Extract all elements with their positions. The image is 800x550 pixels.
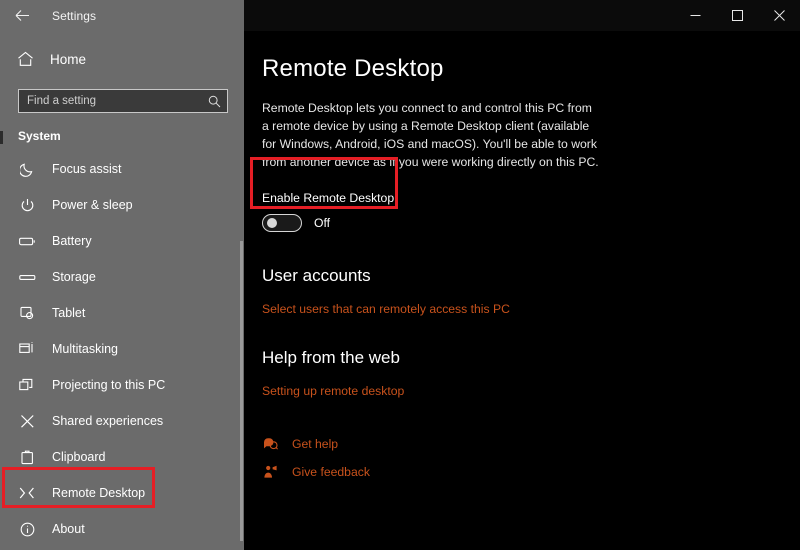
- sidebar-item-projecting-to-this-pc[interactable]: Projecting to this PC: [0, 367, 244, 403]
- close-icon: [774, 10, 785, 21]
- settings-window: Settings: [0, 0, 800, 550]
- search-input[interactable]: [27, 95, 208, 107]
- sidebar-item-label: Clipboard: [52, 450, 106, 464]
- give-feedback-row[interactable]: Give feedback: [262, 460, 770, 484]
- sidebar-item-label: Projecting to this PC: [52, 378, 165, 392]
- sidebar-item-home[interactable]: Home: [0, 41, 244, 77]
- power-icon: [18, 198, 36, 213]
- battery-icon: [18, 236, 36, 247]
- sidebar-section-title-label: System: [18, 129, 61, 143]
- projecting-icon: [18, 378, 36, 392]
- sidebar-nav-list: Focus assist Power & sleep: [0, 149, 244, 547]
- sidebar-item-battery[interactable]: Battery: [0, 223, 244, 259]
- enable-remote-desktop-block: Enable Remote Desktop Off: [262, 185, 770, 234]
- toggle-knob: [267, 218, 277, 228]
- help-from-web-heading: Help from the web: [262, 348, 770, 368]
- sidebar-item-label: About: [52, 522, 85, 536]
- sidebar-item-multitasking[interactable]: Multitasking: [0, 331, 244, 367]
- page-title: Remote Desktop: [262, 55, 770, 83]
- search-icon: [208, 95, 221, 108]
- back-button[interactable]: [0, 0, 44, 31]
- sidebar-item-label: Tablet: [52, 306, 85, 320]
- sidebar: Home System: [0, 31, 244, 550]
- close-button[interactable]: [758, 0, 800, 31]
- shared-icon: [18, 414, 36, 429]
- page-description: Remote Desktop lets you connect to and c…: [262, 99, 602, 171]
- home-icon: [16, 51, 34, 67]
- sidebar-scrollbar-thumb[interactable]: [240, 241, 243, 541]
- user-accounts-heading: User accounts: [262, 266, 770, 286]
- multitasking-icon: [18, 342, 36, 356]
- toggle-state-label: Off: [314, 216, 330, 230]
- minimize-icon: [690, 10, 701, 21]
- sidebar-item-label: Power & sleep: [52, 198, 133, 212]
- minimize-button[interactable]: [674, 0, 716, 31]
- section-accent-bar: [0, 131, 3, 144]
- sidebar-item-focus-assist[interactable]: Focus assist: [0, 151, 244, 187]
- content-area: Remote Desktop Remote Desktop lets you c…: [244, 31, 800, 550]
- help-from-web-section: Help from the web Setting up remote desk…: [262, 348, 770, 400]
- sidebar-item-label: Storage: [52, 270, 96, 284]
- sidebar-item-label: Multitasking: [52, 342, 118, 356]
- sidebar-item-label: Focus assist: [52, 162, 121, 176]
- get-help-link[interactable]: Get help: [292, 437, 338, 451]
- title-bar: Settings: [0, 0, 800, 31]
- window-body: Home System: [0, 31, 800, 550]
- get-help-row[interactable]: Get help: [262, 432, 770, 456]
- remote-desktop-icon: [18, 486, 36, 500]
- sidebar-item-label: Remote Desktop: [52, 486, 145, 500]
- title-bar-left: Settings: [0, 0, 244, 31]
- window-controls: [674, 0, 800, 31]
- search-box[interactable]: [18, 89, 228, 113]
- sidebar-item-storage[interactable]: Storage: [0, 259, 244, 295]
- sidebar-item-label: Battery: [52, 234, 92, 248]
- sidebar-item-power-sleep[interactable]: Power & sleep: [0, 187, 244, 223]
- clipboard-icon: [18, 450, 36, 465]
- setting-up-remote-desktop-link[interactable]: Setting up remote desktop: [262, 384, 404, 398]
- sidebar-item-clipboard[interactable]: Clipboard: [0, 439, 244, 475]
- moon-icon: [18, 162, 36, 177]
- sidebar-item-shared-experiences[interactable]: Shared experiences: [0, 403, 244, 439]
- sidebar-item-label: Shared experiences: [52, 414, 163, 428]
- sidebar-section-title: System: [0, 113, 244, 149]
- get-help-icon: [262, 437, 278, 451]
- search-container: [0, 77, 244, 113]
- window-title: Settings: [44, 9, 96, 23]
- sidebar-item-about[interactable]: About: [0, 511, 244, 547]
- sidebar-item-home-label: Home: [50, 52, 86, 67]
- select-users-link[interactable]: Select users that can remotely access th…: [262, 302, 510, 316]
- enable-remote-desktop-toggle[interactable]: [262, 214, 302, 232]
- give-feedback-icon: [262, 465, 278, 479]
- give-feedback-link[interactable]: Give feedback: [292, 465, 370, 479]
- footer-links: Get help Give feedback: [262, 432, 770, 484]
- info-icon: [18, 522, 36, 537]
- storage-icon: [18, 272, 36, 283]
- sidebar-item-tablet[interactable]: Tablet: [0, 295, 244, 331]
- tablet-icon: [18, 306, 36, 321]
- back-arrow-icon: [15, 9, 30, 22]
- enable-remote-desktop-row: Off: [262, 214, 770, 232]
- maximize-icon: [732, 10, 743, 21]
- title-bar-drag-region: [244, 0, 674, 31]
- sidebar-item-remote-desktop[interactable]: Remote Desktop: [0, 475, 244, 511]
- user-accounts-section: User accounts Select users that can remo…: [262, 266, 770, 318]
- enable-remote-desktop-label: Enable Remote Desktop: [262, 191, 770, 205]
- maximize-button[interactable]: [716, 0, 758, 31]
